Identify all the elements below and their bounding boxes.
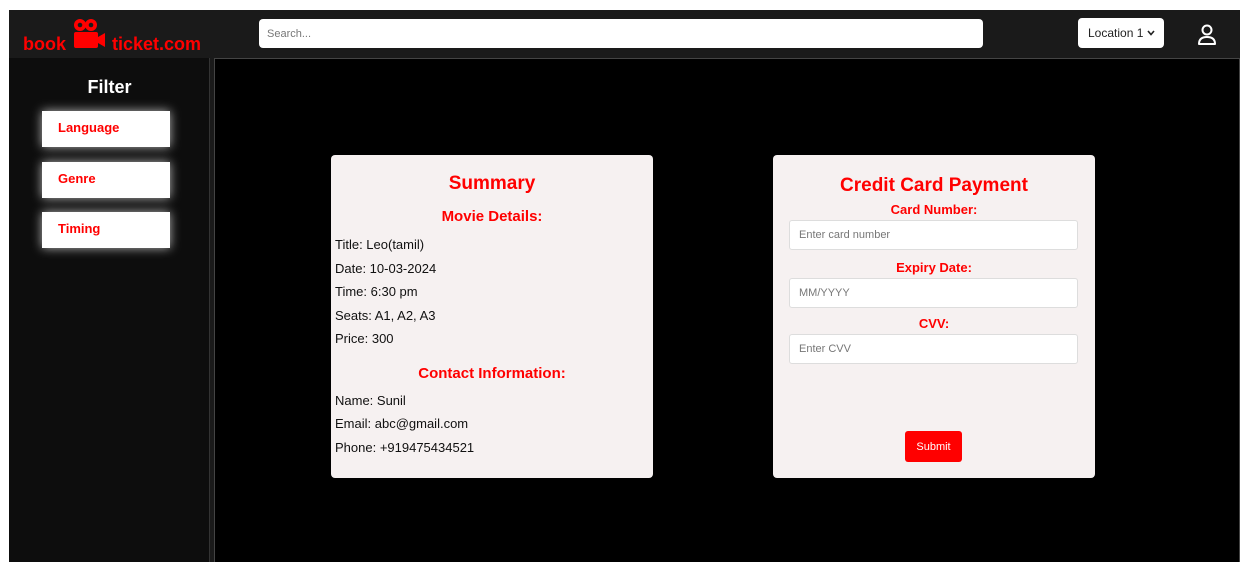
chevron-down-icon (1147, 30, 1155, 36)
card-number-label: Card Number: (890, 202, 978, 217)
logo-text-book: book (23, 34, 66, 54)
filter-sidebar: Filter Language Genre Timing (9, 58, 210, 562)
cvv-input[interactable] (789, 334, 1078, 364)
movie-time-line: Time: 6:30 pm (335, 284, 418, 299)
contact-phone-line: Phone: +919475434521 (335, 440, 475, 455)
movie-title-line: Title: Leo(tamil) (335, 237, 425, 252)
filter-genre-button[interactable]: Genre (42, 162, 170, 198)
cvv-label: CVV: (918, 316, 950, 331)
expiry-date-input[interactable] (789, 278, 1078, 308)
movie-seats-line: Seats: A1, A2, A3 (335, 308, 436, 323)
movie-date-line: Date: 10-03-2024 (335, 261, 437, 276)
contact-name-line: Name: Sunil (335, 393, 406, 408)
summary-title: Summary (448, 173, 536, 194)
card-number-input[interactable] (789, 220, 1078, 250)
logo[interactable]: book ticket.com (23, 16, 201, 56)
movie-price-line: Price: 300 (335, 331, 394, 346)
contact-email-line: Email: abc@gmail.com (335, 416, 469, 431)
filter-language-button[interactable]: Language (42, 111, 170, 147)
payment-card: Credit Card Payment Card Number: Expiry … (773, 155, 1095, 478)
expiry-date-label: Expiry Date: (896, 260, 972, 275)
movie-details-heading: Movie Details: (441, 208, 543, 225)
location-value: Location 1 (1088, 26, 1144, 40)
payment-title: Credit Card Payment (840, 175, 1028, 196)
summary-card: Summary Movie Details: Title: Leo(tamil)… (331, 155, 653, 478)
filter-title: Filter (87, 77, 132, 97)
user-icon[interactable] (1197, 24, 1217, 46)
contact-info-heading: Contact Information: (418, 365, 566, 382)
movie-camera-icon (74, 19, 105, 48)
app-frame: book ticket.com Location 1 Filter Lang (9, 10, 1240, 562)
location-select[interactable]: Location 1 (1078, 18, 1164, 48)
search-input[interactable] (259, 19, 983, 48)
top-navbar: book ticket.com Location 1 (9, 10, 1240, 58)
filter-timing-button[interactable]: Timing (42, 212, 170, 248)
main-content: Summary Movie Details: Title: Leo(tamil)… (214, 58, 1240, 562)
logo-text-ticket: ticket.com (112, 34, 202, 54)
submit-button[interactable]: Submit (905, 431, 962, 462)
